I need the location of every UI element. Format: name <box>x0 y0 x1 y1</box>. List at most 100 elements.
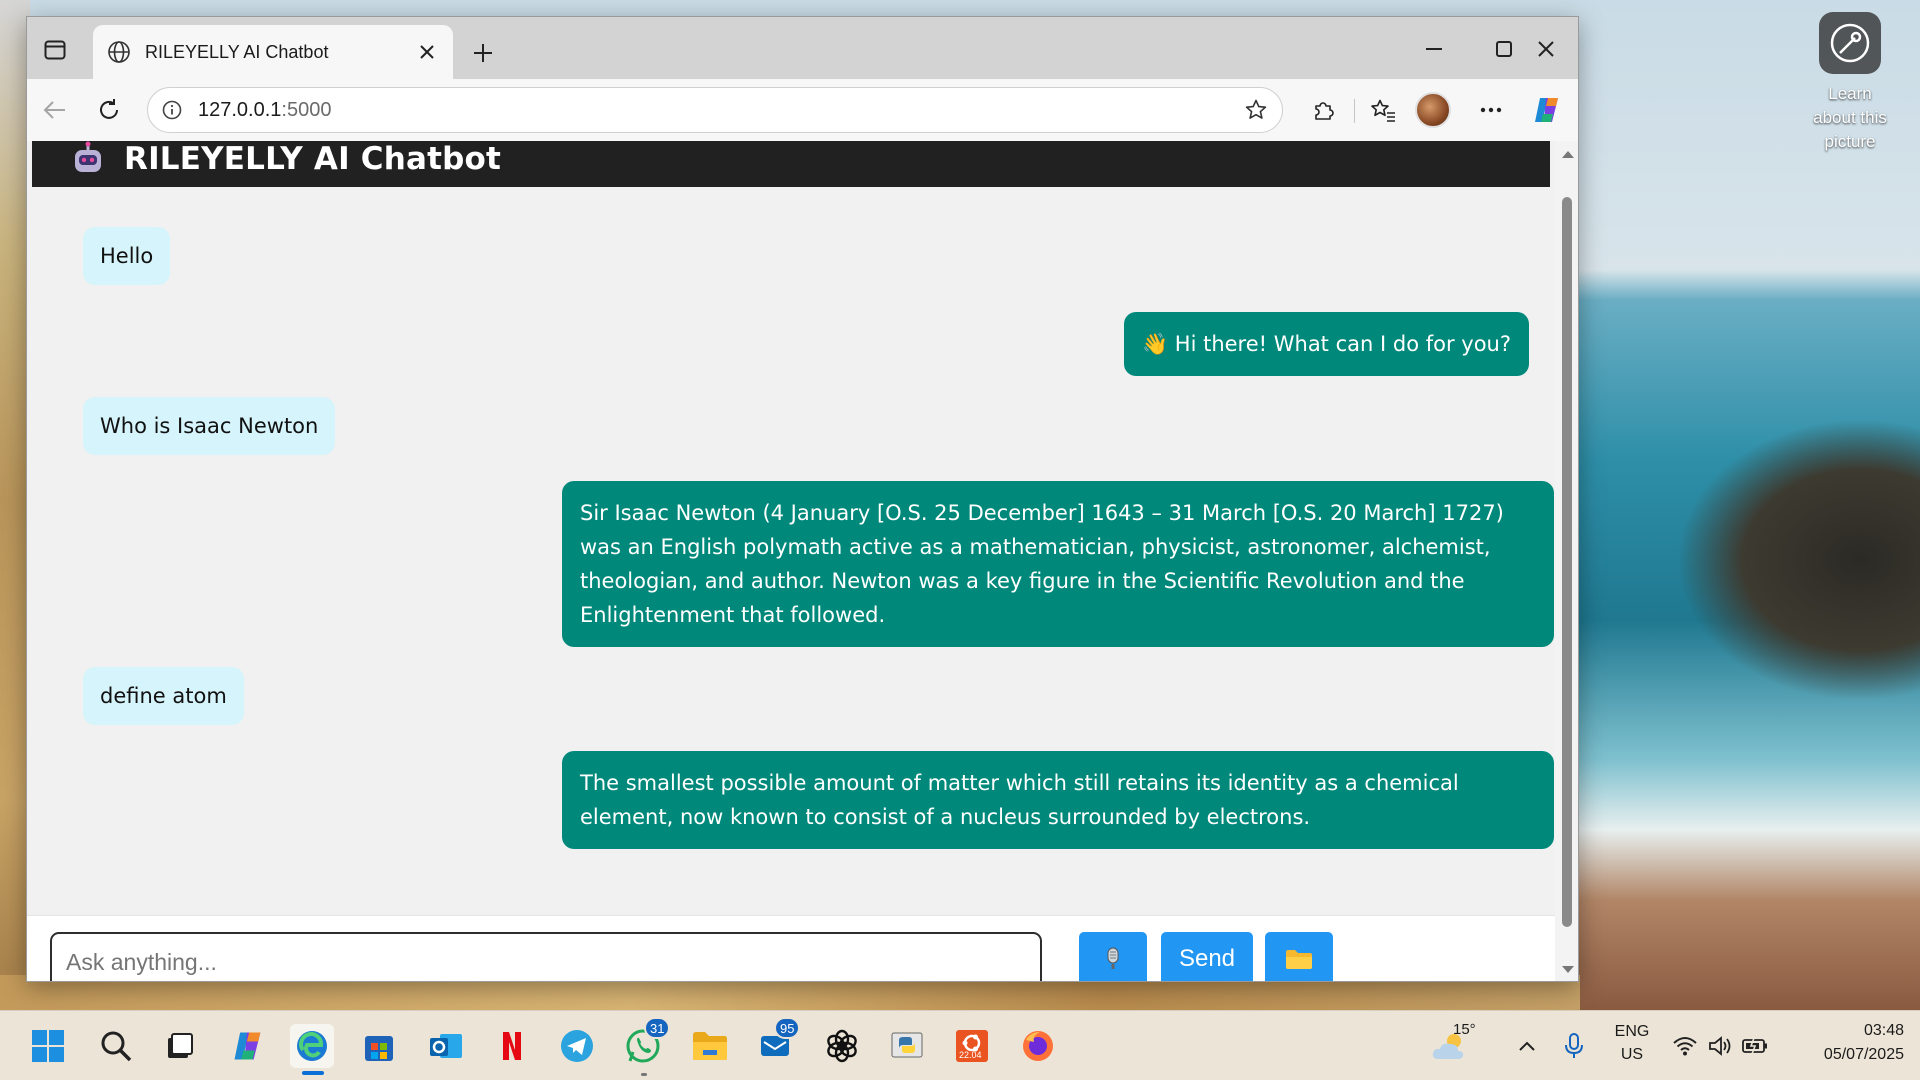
folder-icon <box>693 1032 727 1060</box>
active-app-indicator <box>302 1071 324 1075</box>
tab-actions-button[interactable] <box>35 35 75 65</box>
taskbar-copilot[interactable] <box>226 1024 270 1068</box>
app-title: RILEYELLY AI Chatbot <box>124 141 502 177</box>
clock-time[interactable]: 03:48 <box>1790 1022 1904 1040</box>
learn-about-picture-widget[interactable]: Learn about this picture <box>1810 12 1890 154</box>
copilot-icon <box>1535 98 1558 122</box>
taskbar-edge[interactable] <box>290 1024 334 1068</box>
tab-close-button[interactable] <box>415 40 439 64</box>
voice-input-button[interactable] <box>1079 932 1147 981</box>
scroll-thumb[interactable] <box>1562 197 1572 927</box>
plus-icon <box>474 44 492 62</box>
site-info-icon[interactable] <box>162 100 182 120</box>
app-header: RILEYELLY AI Chatbot <box>32 141 1550 187</box>
toolbar-separator <box>1354 99 1355 123</box>
copilot-icon <box>234 1032 261 1060</box>
chat-input[interactable] <box>50 932 1042 981</box>
telegram-icon <box>561 1030 593 1062</box>
maximize-icon <box>1496 41 1512 57</box>
url-host: 127.0.0.1 <box>198 98 282 121</box>
whatsapp-unread-badge: 31 <box>644 1017 671 1039</box>
microphone-icon <box>1565 1033 1583 1058</box>
more-options-button[interactable] <box>1471 90 1511 130</box>
arrow-left-icon <box>43 101 65 119</box>
microphone-status[interactable] <box>1552 1024 1596 1068</box>
scroll-up-arrow-icon[interactable] <box>1561 149 1575 159</box>
quick-settings-button[interactable] <box>1668 1024 1772 1068</box>
chat-message-user: define atom <box>83 667 244 725</box>
taskbar-store[interactable] <box>357 1024 401 1068</box>
search-button[interactable] <box>94 1024 138 1068</box>
task-view-icon <box>168 1033 193 1058</box>
tab-title: RILEYELLY AI Chatbot <box>145 41 329 62</box>
chat-message-bot: Sir Isaac Newton (4 January [O.S. 25 Dec… <box>562 481 1554 647</box>
firefox-icon <box>1023 1031 1053 1061</box>
scroll-down-arrow-icon[interactable] <box>1561 965 1575 975</box>
taskbar-python[interactable] <box>885 1024 929 1068</box>
outlook-icon <box>430 1034 462 1058</box>
wifi-icon <box>1673 1037 1697 1056</box>
page-scrollbar[interactable] <box>1555 141 1578 981</box>
taskbar-chatgpt[interactable] <box>820 1024 864 1068</box>
start-button[interactable] <box>26 1024 70 1068</box>
chat-input-bar: Send <box>27 915 1555 981</box>
back-button[interactable] <box>35 90 75 130</box>
search-icon <box>101 1031 132 1062</box>
chat-message-user: Hello <box>83 227 171 285</box>
edge-browser-icon <box>297 1031 327 1061</box>
profile-avatar[interactable] <box>1415 92 1451 128</box>
tab-chatbot[interactable]: RILEYELLY AI Chatbot <box>93 25 453 79</box>
learn-about-picture-label: Learn about this picture <box>1813 84 1887 151</box>
minimize-icon <box>1426 48 1442 50</box>
windows-logo-icon <box>32 1030 64 1062</box>
chat-message-bot: The smallest possible amount of matter w… <box>562 751 1554 849</box>
taskbar-firefox[interactable] <box>1016 1024 1060 1068</box>
close-icon <box>420 45 434 59</box>
url-port: :5000 <box>281 98 332 121</box>
tab-strip: RILEYELLY AI Chatbot <box>27 17 1578 79</box>
clock-date: 05/07/2025 <box>1823 1046 1904 1063</box>
browser-toolbar: 127.0.0.1:5000 <box>27 79 1578 141</box>
netflix-icon <box>503 1032 521 1060</box>
browser-window: RILEYELLY AI Chatbot 127.0.0.1:5000 RILE… <box>26 16 1579 982</box>
folder-icon <box>1286 950 1312 969</box>
battery-icon <box>1742 1037 1767 1055</box>
new-tab-button[interactable] <box>463 35 503 71</box>
chat-message-bot: 👋 Hi there! What can I do for you? <box>1123 312 1529 376</box>
volume-icon <box>1709 1036 1731 1056</box>
running-app-indicator <box>641 1073 647 1076</box>
attach-file-button[interactable] <box>1265 932 1333 981</box>
taskbar-netflix[interactable] <box>490 1024 534 1068</box>
favorites-list-icon <box>1371 99 1395 122</box>
refresh-button[interactable] <box>89 90 129 130</box>
close-icon <box>1538 41 1554 57</box>
puzzle-icon <box>1315 102 1334 120</box>
taskbar-outlook[interactable] <box>424 1024 468 1068</box>
refresh-icon <box>100 99 118 119</box>
close-window-button[interactable] <box>1519 29 1573 69</box>
globe-icon <box>108 41 130 63</box>
extensions-button[interactable] <box>1303 90 1343 130</box>
minimize-button[interactable] <box>1407 29 1461 69</box>
page-viewport: RILEYELLY AI Chatbot Hello 👋 Hi there! W… <box>27 141 1555 981</box>
language-indicator-line1[interactable]: ENG <box>1610 1023 1654 1041</box>
url-text: 127.0.0.1:5000 <box>198 99 1244 122</box>
task-view-button[interactable] <box>158 1024 202 1068</box>
weather-temperature: 15° <box>1453 1021 1476 1038</box>
copilot-button[interactable] <box>1527 90 1567 130</box>
favorite-star-icon[interactable] <box>1244 98 1268 122</box>
address-bar[interactable]: 127.0.0.1:5000 <box>147 87 1283 133</box>
taskbar-ubuntu[interactable]: 22.04 <box>950 1024 994 1068</box>
taskbar-file-explorer[interactable] <box>688 1024 732 1068</box>
learn-about-picture-icon <box>1819 12 1881 74</box>
microphone-icon <box>1107 947 1119 969</box>
taskbar: 31 95 22.04 15° ENG US 03:48 05/07/2025 <box>0 1010 1920 1080</box>
show-hidden-icons-button[interactable] <box>1505 1024 1549 1068</box>
favorites-button[interactable] <box>1363 90 1403 130</box>
chevron-up-icon <box>1519 1041 1535 1051</box>
chatgpt-icon <box>827 1029 857 1063</box>
taskbar-telegram[interactable] <box>555 1024 599 1068</box>
store-icon <box>365 1036 393 1061</box>
robot-icon <box>75 141 101 172</box>
send-button[interactable]: Send <box>1161 932 1253 981</box>
